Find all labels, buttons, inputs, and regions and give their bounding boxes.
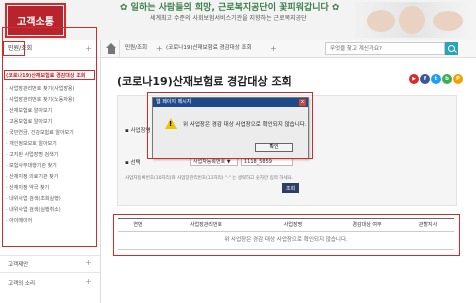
highlight-frame bbox=[147, 92, 313, 159]
sidebar-item[interactable]: · 고용보험료 알아보기 bbox=[6, 118, 52, 125]
twitter-icon[interactable]: t bbox=[431, 74, 441, 84]
facebook-icon[interactable]: f bbox=[420, 74, 430, 84]
sidebar-item-proposal[interactable]: 고객제안 bbox=[8, 260, 28, 268]
banner-subslogan: 세계최고 수준의 사회보험서비스기관을 지향하는 근로복지공단 bbox=[150, 15, 307, 22]
blog-icon[interactable]: b bbox=[442, 74, 452, 84]
breadcrumb-2[interactable]: (코로나19)산재보험료 경감대상 조회 bbox=[166, 40, 252, 57]
post-icon[interactable]: P bbox=[453, 74, 463, 84]
sidebar-item[interactable]: · 사업장관리번호 찾기(사업장용) bbox=[6, 85, 74, 92]
sidebar-item[interactable]: · 내위사업 검색(조회실행) bbox=[6, 195, 61, 202]
sidebar-item[interactable]: · 고지된 사업장명 검색기 bbox=[6, 151, 58, 158]
sidebar-item[interactable]: · 개인정보보호 알아보기 bbox=[6, 140, 57, 147]
home-icon[interactable] bbox=[103, 40, 120, 57]
plus-icon[interactable]: + bbox=[156, 40, 163, 57]
plus-icon[interactable]: + bbox=[270, 40, 277, 57]
sidebar-item[interactable]: · 국민연금, 건강보험료 알아보기 bbox=[6, 129, 74, 136]
highlight-frame bbox=[2, 27, 97, 247]
sidebar-item[interactable]: · 보험사무대행기관 찾기 bbox=[6, 162, 57, 169]
search-input[interactable]: 무엇을 찾고 계신가요? bbox=[325, 42, 445, 55]
page-title: (코로나19)산재보험료 경감대상 조회 bbox=[117, 75, 292, 88]
search-icon[interactable] bbox=[445, 42, 458, 55]
highlight-frame bbox=[4, 70, 95, 80]
plus-icon[interactable]: + bbox=[85, 258, 468, 267]
highlight-frame bbox=[113, 214, 460, 256]
sidebar-item[interactable]: · 아이메이어 bbox=[6, 217, 32, 224]
sidebar-item[interactable]: · 사업장관리번호 찾기(노동자용) bbox=[6, 96, 74, 103]
breadcrumb-1[interactable]: 민원/조회 bbox=[125, 40, 147, 57]
sidebar-item[interactable]: · 산재지정 의료기관 찾기 bbox=[6, 173, 58, 180]
sidebar-item-voice[interactable]: 고객의 소리 bbox=[8, 279, 35, 287]
sidebar-item[interactable]: · 산재지정 약국 찾기 bbox=[6, 184, 49, 191]
plus-icon[interactable]: + bbox=[85, 277, 468, 286]
banner-slogan: ✿ 일하는 사람들의 희망, 근로복지공단이 꽃피워갑니다 ✿ bbox=[120, 3, 340, 13]
query-button[interactable]: 조회 bbox=[282, 183, 299, 193]
input-hint: 사업자등록번호(10자리)와 사업장관리번호(11자리) "-" 는 생략하고 … bbox=[125, 176, 294, 181]
sidebar-item[interactable]: · 내위사업 검색(실행취소) bbox=[6, 206, 61, 213]
select-label: ▪ 선택 bbox=[125, 160, 141, 166]
banner-hands-image bbox=[355, 2, 473, 38]
sidebar-item[interactable]: · 산재보험료 알아보기 bbox=[6, 107, 52, 114]
youtube-icon[interactable]: ▶ bbox=[409, 74, 419, 84]
